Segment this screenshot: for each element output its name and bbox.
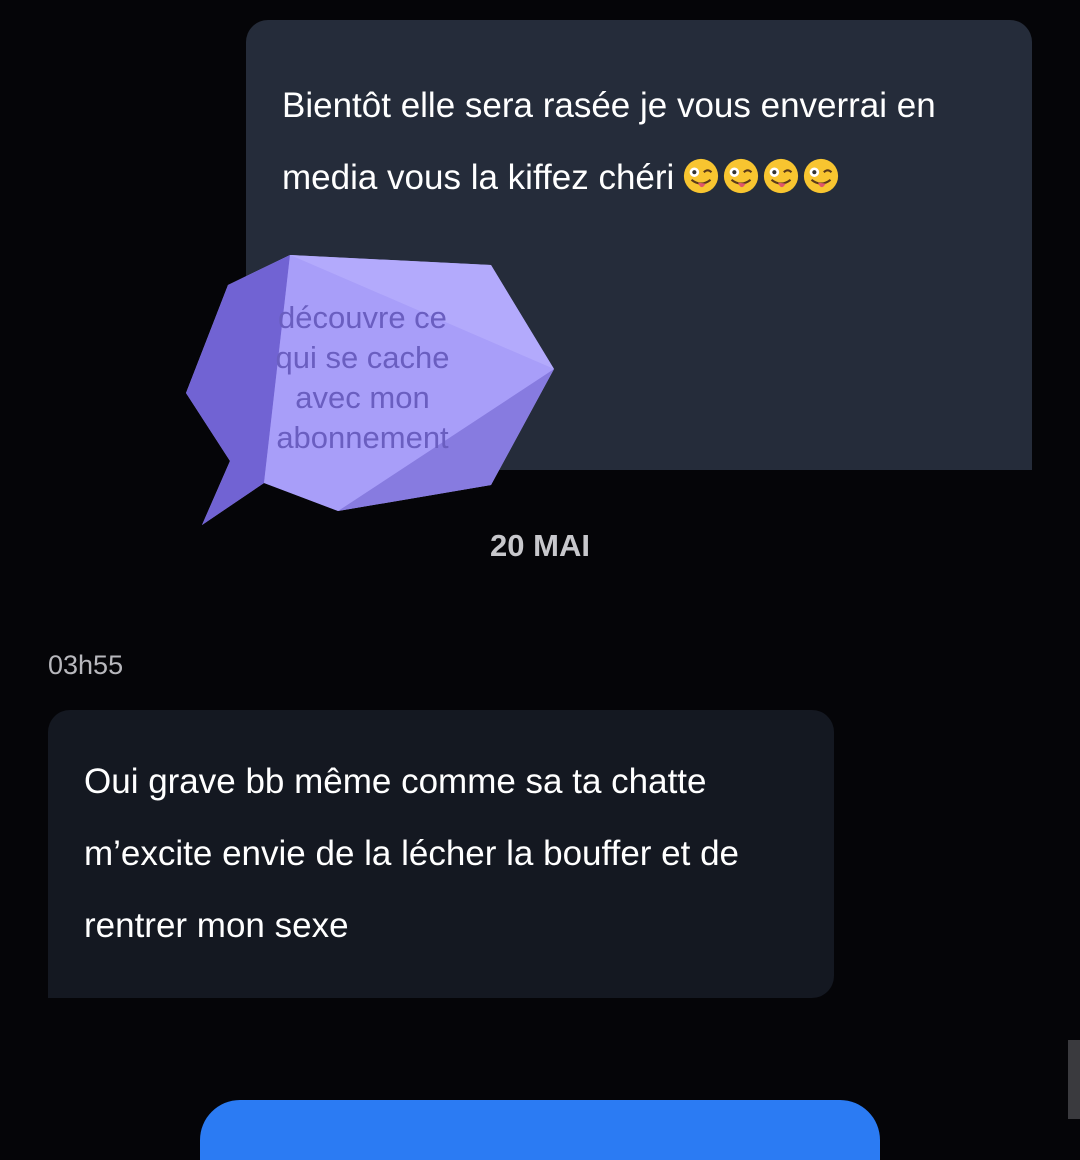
incoming-message-bubble[interactable]: Oui grave bb même comme sa ta chatte m’e… — [48, 710, 834, 998]
subscription-promo-bubble[interactable] — [186, 255, 556, 527]
primary-action-button[interactable] — [200, 1100, 880, 1160]
scrollbar-thumb[interactable] — [1068, 1040, 1080, 1119]
outgoing-message-text: Bientôt elle sera rasée je vous enverrai… — [282, 70, 996, 214]
winking-face-with-tongue-icon — [724, 158, 759, 193]
winking-face-with-tongue-icon — [804, 158, 839, 193]
emoji-group — [682, 157, 840, 195]
winking-face-with-tongue-icon — [764, 158, 799, 193]
winking-face-with-tongue-icon — [684, 158, 719, 193]
date-separator: 20 MAI — [490, 528, 590, 563]
message-timestamp: 03h55 — [48, 650, 124, 680]
incoming-message-text: Oui grave bb même comme sa ta chatte m’e… — [84, 762, 740, 945]
